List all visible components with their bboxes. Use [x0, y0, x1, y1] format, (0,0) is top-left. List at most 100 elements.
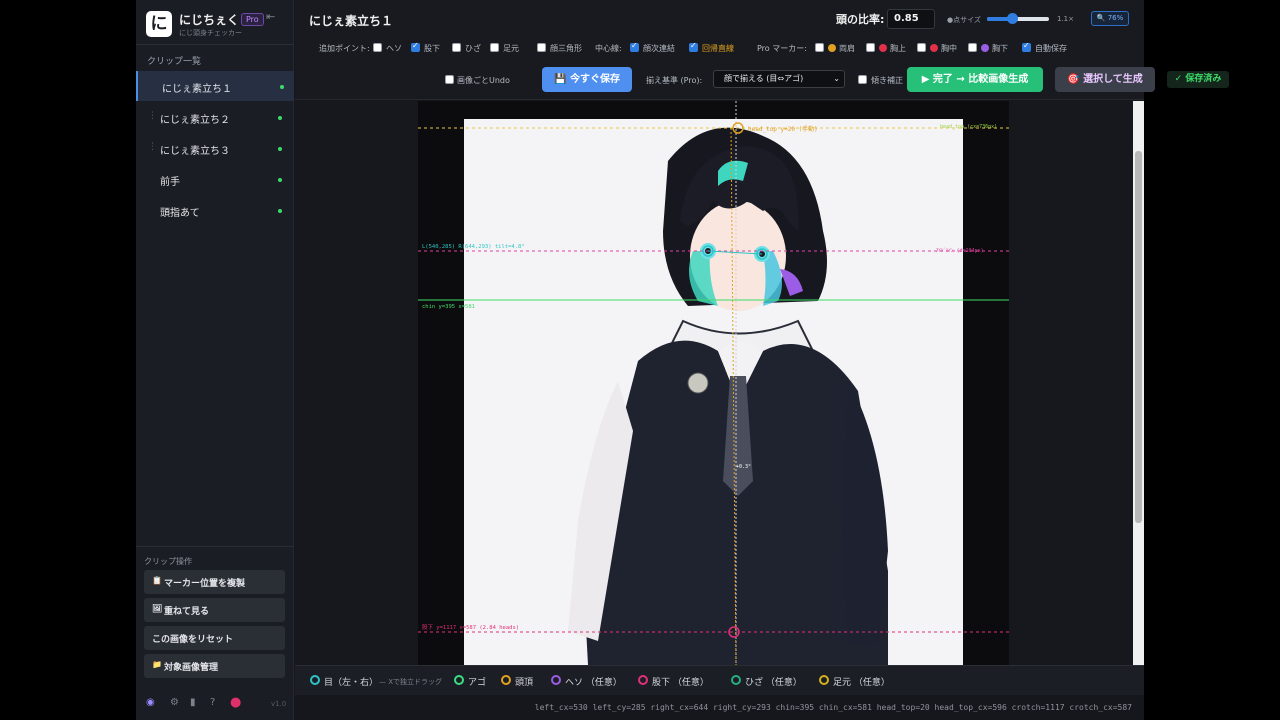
overlay-view-button[interactable]: 🖼 重ねて見る	[144, 598, 285, 622]
drag-handle-icon[interactable]: ⋮	[148, 111, 157, 121]
clip-item-label: 前手	[160, 177, 180, 188]
sidebar: に にじちぇく Pro にじ頭身チェッカー ⇤ クリップ一覧 にじぇ素立ち１ ⋮…	[136, 0, 294, 720]
status-dot	[278, 116, 282, 120]
regression-line-checkbox[interactable]	[689, 41, 698, 52]
coordinates-text: left_cx=530 left_cy=285 right_cx=644 rig…	[534, 703, 1132, 712]
select-value: 顔で揃える (目⇔アゴ)	[724, 74, 804, 83]
align-mode-select[interactable]: 顔で揃える (目⇔アゴ) ⌄	[713, 70, 845, 88]
eyes-legend-icon	[310, 675, 320, 685]
angle-label: +0.3°	[736, 464, 751, 470]
autosave-label: 自動保存	[1035, 44, 1067, 53]
image-icon: 🖼	[152, 604, 163, 613]
divider	[136, 44, 294, 45]
clip-item-label: 頭指あて	[160, 208, 200, 219]
crotch-checkbox[interactable]	[411, 41, 420, 52]
legend-item-crotch[interactable]: 股下 （任意）	[652, 675, 709, 688]
sidebar-footer: ◉ ⚙ ▮ ? ● v1.0	[146, 695, 286, 713]
reset-image-button[interactable]: この画像をリセット	[144, 626, 285, 650]
face-triangle-checkbox[interactable]	[537, 43, 546, 52]
clip-item[interactable]: ⋮ にじぇ素立ち２	[136, 102, 294, 132]
autosave-checkbox[interactable]	[1022, 41, 1031, 52]
marker-overlay[interactable]: head_top y=20 (手動) head_top (cx=736px) L…	[418, 101, 1009, 665]
chevron-down-icon: ⌄	[833, 74, 840, 83]
navel-legend-icon	[551, 675, 561, 685]
help-icon[interactable]: ?	[210, 697, 215, 708]
app-window: に にじちぇく Pro にじ頭身チェッカー ⇤ クリップ一覧 にじぇ素立ち１ ⋮…	[136, 0, 1229, 720]
head-top-label: head_top y=20 (手動)	[748, 125, 818, 133]
settings-icon[interactable]: ⚙	[170, 697, 179, 708]
knee-legend-icon	[731, 675, 741, 685]
legend-item-eyes[interactable]: 目（左・右）	[324, 675, 378, 688]
tilt-correct-checkbox[interactable]	[858, 75, 867, 84]
legend-item-head-top[interactable]: 頭頂	[515, 675, 533, 688]
clip-item[interactable]: 前手	[136, 164, 294, 194]
clip-item[interactable]: ⋮ にじぇ素立ち３	[136, 133, 294, 163]
option-label: 顔三角形	[550, 44, 582, 53]
clip-item[interactable]: にじぇ素立ち１	[136, 71, 294, 101]
tilt-correct-label: 傾き補正	[871, 76, 903, 85]
option-label: 回帰直線	[702, 44, 734, 53]
chest-mid-checkbox[interactable]	[917, 43, 926, 52]
marker-legend: 目（左・右） — Xで独立ドラッグ アゴ 頭頂 ヘソ （任意） 股下 （任意） …	[295, 665, 1144, 695]
chest-low-checkbox[interactable]	[968, 43, 977, 52]
status-dot	[278, 147, 282, 151]
legend-item-feet[interactable]: 足元 （任意）	[833, 675, 890, 688]
feet-checkbox[interactable]	[490, 43, 499, 52]
record-icon[interactable]: ●	[230, 695, 241, 710]
marker-color-dot	[930, 44, 938, 52]
vertical-scrollbar[interactable]	[1133, 101, 1144, 665]
manage-images-button[interactable]: 📁 対象画像管理	[144, 654, 285, 678]
coordinates-readout: left_cx=530 left_cy=285 right_cx=644 rig…	[295, 696, 1144, 720]
complete-generate-button[interactable]: ▶ 完了 → 比較画像生成	[907, 67, 1043, 92]
clip-item[interactable]: 頭指あて	[136, 195, 294, 225]
chest-top-checkbox[interactable]	[866, 43, 875, 52]
option-label: 胸上	[890, 44, 906, 53]
image-canvas[interactable]: head_top y=20 (手動) head_top (cx=736px) L…	[295, 101, 1144, 665]
scrollbar-thumb[interactable]	[1135, 151, 1142, 523]
marker-color-dot	[879, 44, 887, 52]
brand-name: にじちぇく	[179, 13, 240, 27]
crotch-legend-icon	[638, 675, 648, 685]
clip-item-label: にじぇ素立ち３	[160, 146, 230, 157]
point-size-slider[interactable]	[987, 17, 1049, 21]
legend-item-chin[interactable]: アゴ	[468, 675, 486, 688]
zoom-badge[interactable]: 🔍 76%	[1091, 11, 1129, 26]
brand: に にじちぇく Pro にじ頭身チェッカー	[146, 10, 286, 40]
eyes-label: L(540,285) R(644,293) tilt=4.8°	[422, 244, 525, 250]
legend-hint: — Xで独立ドラッグ	[379, 678, 443, 686]
drag-handle-icon[interactable]: ⋮	[148, 142, 157, 152]
option-label: 両肩	[839, 44, 855, 53]
option-label: 足元	[503, 44, 519, 53]
option-label: 股下	[424, 44, 440, 53]
align-basis-label: 揃え基準 (Pro):	[646, 76, 703, 85]
shoulders-checkbox[interactable]	[815, 43, 824, 52]
undo-per-image-checkbox[interactable]	[445, 75, 454, 84]
knee-checkbox[interactable]	[452, 43, 461, 52]
trash-icon[interactable]: ▮	[190, 697, 196, 708]
option-label: ひざ	[465, 44, 481, 53]
clip-item-label: にじぇ素立ち２	[160, 115, 230, 126]
navel-checkbox[interactable]	[373, 43, 382, 52]
point-size-value: 1.1×	[1057, 15, 1074, 23]
collapse-sidebar-icon[interactable]: ⇤	[266, 10, 275, 23]
center-line-label: 中心線:	[595, 44, 622, 53]
slider-thumb[interactable]	[1006, 13, 1018, 24]
chin-legend-icon	[454, 675, 464, 685]
extra-points-label: 追加ポイント:	[319, 44, 370, 53]
clipboard-icon: 📋	[152, 576, 162, 585]
select-generate-button[interactable]: 🎯 選択して生成	[1055, 67, 1155, 92]
feet-legend-icon	[819, 675, 829, 685]
save-now-button[interactable]: 💾 今すぐ保存	[542, 67, 632, 92]
pro-marker-label: Pro マーカー:	[757, 44, 807, 53]
pro-badge: Pro	[241, 13, 264, 26]
chin-label: chin y=395 x=581	[422, 304, 475, 310]
head-ratio-input[interactable]: 0.85	[887, 9, 935, 29]
legend-item-navel[interactable]: ヘソ （任意）	[565, 675, 622, 688]
crotch-label: 股下 y=1117 x=587 (2.84 heads)	[422, 624, 519, 631]
theme-icon[interactable]: ◉	[146, 697, 155, 708]
copy-marker-button[interactable]: 📋 マーカー位置を複製	[144, 570, 285, 594]
face-link-checkbox[interactable]	[630, 41, 639, 52]
status-dot	[280, 85, 284, 89]
clip-ops-title: クリップ操作	[144, 557, 192, 566]
legend-item-knee[interactable]: ひざ （任意）	[745, 675, 802, 688]
